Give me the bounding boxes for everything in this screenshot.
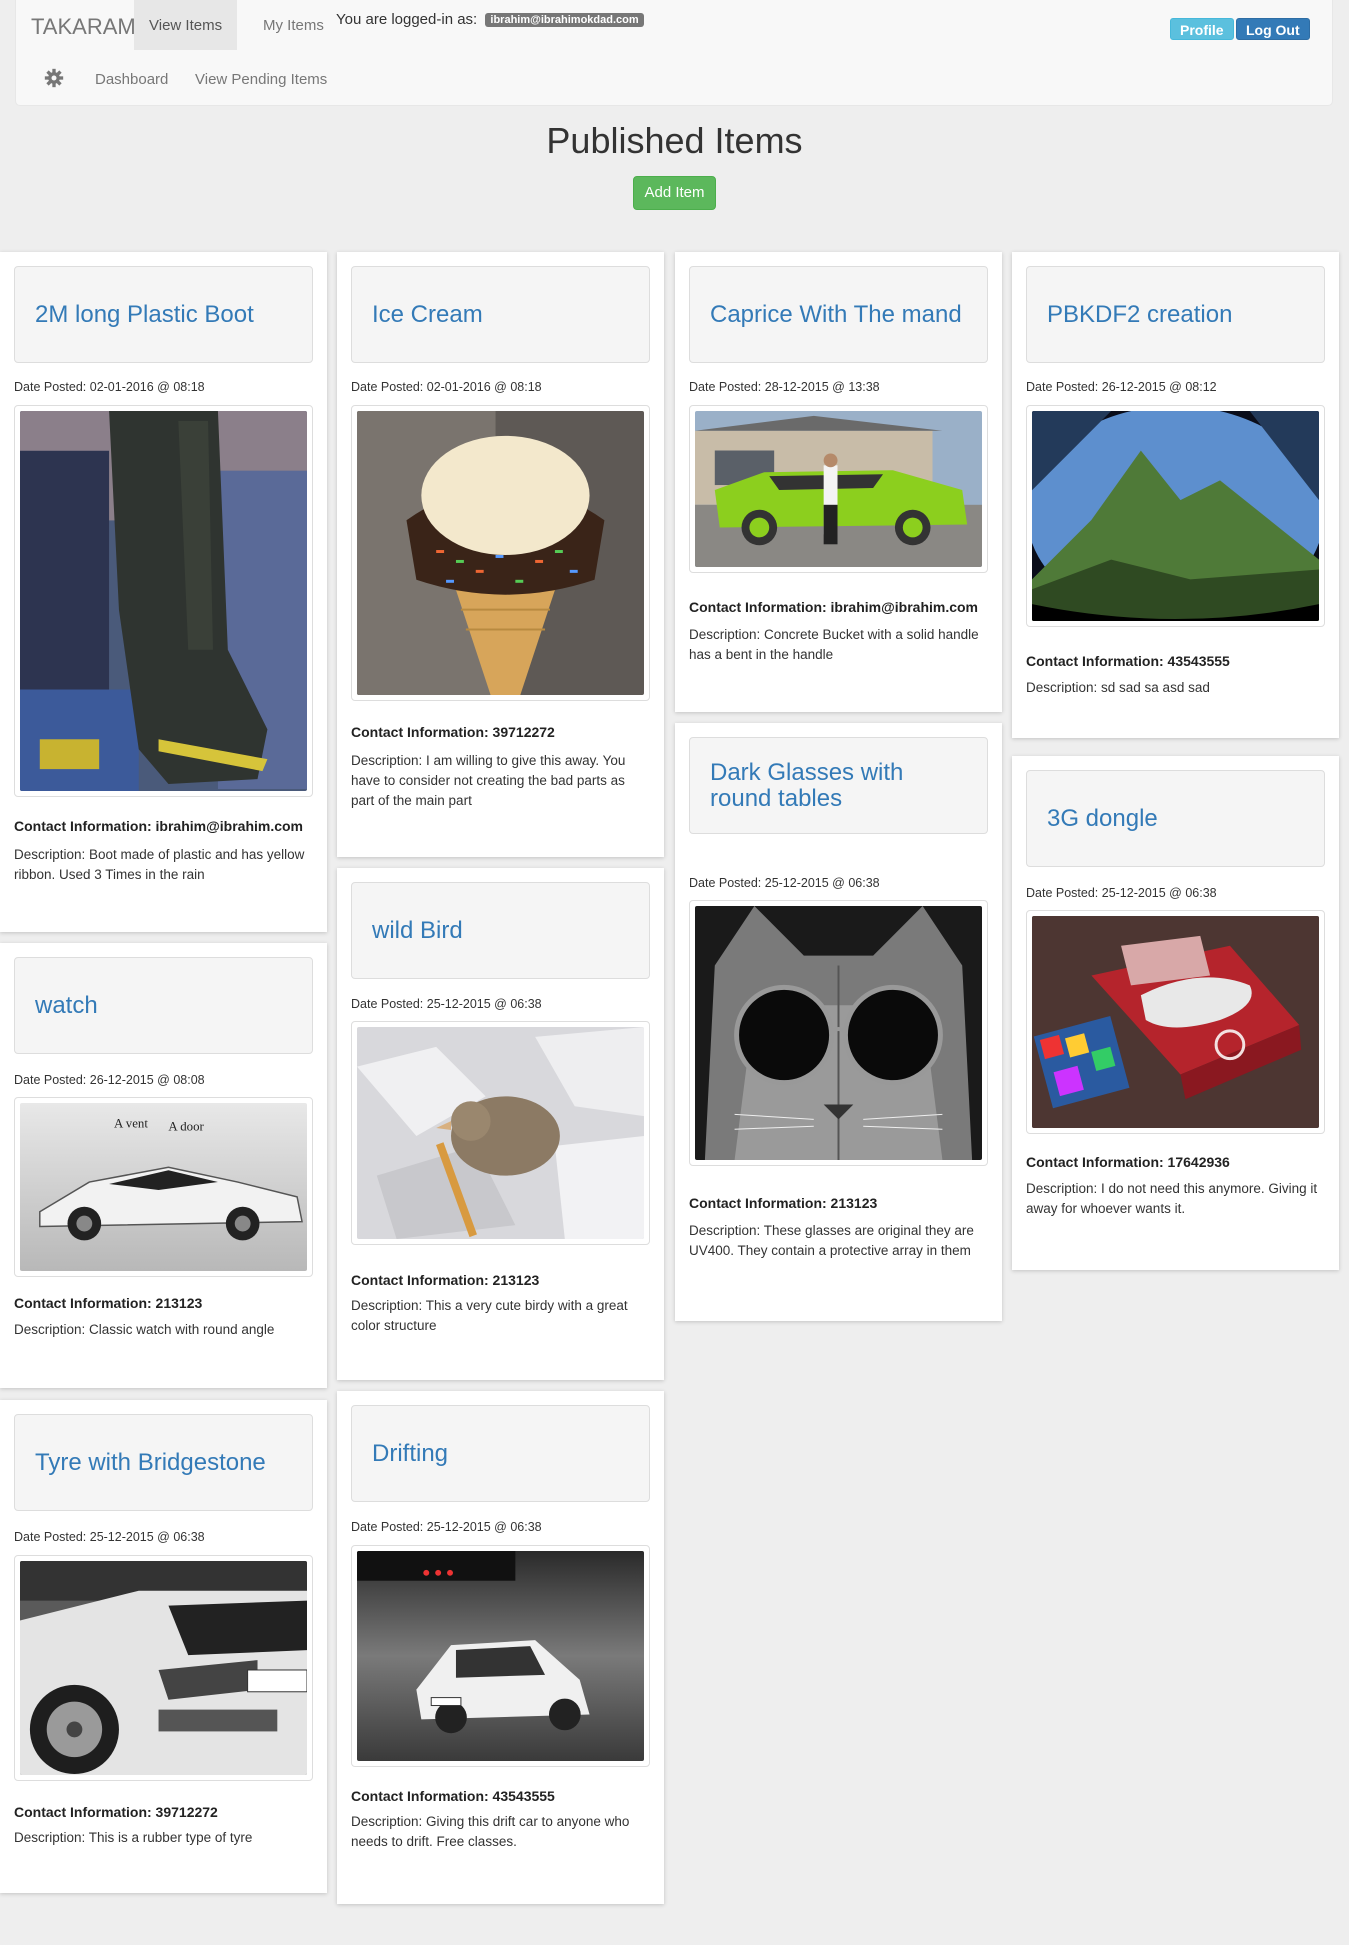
item-card: Caprice With The mand Date Posted: 28-12… <box>675 252 1002 712</box>
item-image[interactable] <box>351 1545 650 1767</box>
item-title[interactable]: 2M long Plastic Boot <box>35 301 254 328</box>
navbar: TAKARAM View Items My Items You are logg… <box>15 0 1333 106</box>
item-date: Date Posted: 02-01-2016 @ 08:18 <box>14 380 205 394</box>
item-contact: Contact Information: 17642936 <box>1026 1154 1230 1170</box>
item-description: Description: These glasses are original … <box>689 1223 974 1258</box>
item-title-panel: Dark Glasses with round tables <box>689 737 988 834</box>
item-description: Description: I am willing to give this a… <box>351 753 626 808</box>
logout-button[interactable]: Log Out <box>1236 18 1310 40</box>
tab-view-items[interactable]: View Items <box>134 0 238 50</box>
item-image[interactable] <box>689 900 988 1166</box>
item-title-panel: Caprice With The mand <box>689 266 988 363</box>
item-title[interactable]: 3G dongle <box>1047 805 1158 832</box>
item-description: Description: Giving this drift car to an… <box>351 1814 630 1849</box>
profile-button[interactable]: Profile <box>1170 18 1234 40</box>
item-title[interactable]: wild Bird <box>372 917 463 944</box>
item-title-panel: Ice Cream <box>351 266 650 363</box>
item-title-panel: 3G dongle <box>1026 770 1325 867</box>
dongle-photo <box>1032 916 1319 1128</box>
logged-in-label: You are logged-in as: <box>336 11 478 28</box>
item-image[interactable]: A vent A door <box>14 1097 313 1277</box>
item-description: Description: I do not need this anymore.… <box>1026 1181 1318 1216</box>
item-contact: Contact Information: 43543555 <box>1026 653 1230 669</box>
item-title-panel: wild Bird <box>351 882 650 979</box>
item-contact: Contact Information: ibrahim@ibrahim.com <box>689 599 979 615</box>
svg-text:A vent: A vent <box>114 1117 148 1131</box>
item-description: Description: Classic watch with round an… <box>14 1322 275 1337</box>
item-image[interactable] <box>1026 405 1325 627</box>
item-card: Tyre with Bridgestone Date Posted: 25-12… <box>0 1400 327 1893</box>
item-contact: Contact Information: 213123 <box>14 1295 203 1311</box>
user-email-badge: ibrahim@ibrahimokdad.com <box>485 13 644 27</box>
item-image[interactable] <box>14 1555 313 1781</box>
boot-photo <box>20 411 307 791</box>
item-card: 3G dongle Date Posted: 25-12-2015 @ 06:3… <box>1012 756 1339 1270</box>
item-contact: Contact Information: ibrahim@ibrahim.com <box>14 818 304 834</box>
green-car-photo <box>695 411 982 567</box>
item-card: 2M long Plastic Boot Date Posted: 02-01-… <box>0 252 327 932</box>
item-description: Description: This is a rubber type of ty… <box>14 1830 253 1845</box>
white-car-photo <box>20 1561 307 1775</box>
mountain-photo <box>1032 411 1319 621</box>
item-description: Description: Boot made of plastic and ha… <box>14 847 305 882</box>
item-card: Drifting Date Posted: 25-12-2015 @ 06:38… <box>337 1391 664 1904</box>
item-card: PBKDF2 creation Date Posted: 26-12-2015 … <box>1012 252 1339 738</box>
view-pending-items-link[interactable]: View Pending Items <box>195 71 327 88</box>
item-date: Date Posted: 26-12-2015 @ 08:08 <box>14 1073 205 1087</box>
item-image[interactable] <box>1026 910 1325 1134</box>
item-title[interactable]: PBKDF2 creation <box>1047 301 1232 328</box>
drift-car-photo <box>357 1551 644 1761</box>
item-title[interactable]: Tyre with Bridgestone <box>35 1449 266 1476</box>
item-title[interactable]: watch <box>35 992 98 1019</box>
item-card: Dark Glasses with round tables Date Post… <box>675 723 1002 1321</box>
item-image[interactable] <box>351 1021 650 1245</box>
gear-icon[interactable] <box>44 68 64 88</box>
item-image[interactable] <box>689 405 988 573</box>
item-contact: Contact Information: 213123 <box>351 1272 540 1288</box>
svg-text:A door: A door <box>168 1120 204 1134</box>
item-title[interactable]: Ice Cream <box>372 301 483 328</box>
item-contact: Contact Information: 213123 <box>689 1195 878 1211</box>
item-date: Date Posted: 25-12-2015 @ 06:38 <box>14 1530 205 1544</box>
item-description: Description: sd sad sa asd sad <box>1026 680 1210 693</box>
item-title-panel: Drifting <box>351 1405 650 1502</box>
item-date: Date Posted: 02-01-2016 @ 08:18 <box>351 380 542 394</box>
item-date: Date Posted: 28-12-2015 @ 13:38 <box>689 380 880 394</box>
item-title[interactable]: Dark Glasses with round tables <box>710 759 967 812</box>
item-image[interactable] <box>351 405 650 701</box>
item-date: Date Posted: 26-12-2015 @ 08:12 <box>1026 380 1217 394</box>
item-contact: Contact Information: 43543555 <box>351 1788 555 1804</box>
bird-photo <box>357 1027 644 1239</box>
item-description: Description: Concrete Bucket with a soli… <box>689 627 979 662</box>
item-title-panel: watch <box>14 957 313 1054</box>
item-title[interactable]: Caprice With The mand <box>710 301 962 328</box>
item-date: Date Posted: 25-12-2015 @ 06:38 <box>689 876 880 890</box>
brand[interactable]: TAKARAM <box>31 14 136 40</box>
cat-glasses-photo <box>695 906 982 1160</box>
ice-cream-photo <box>357 411 644 695</box>
item-card: wild Bird Date Posted: 25-12-2015 @ 06:3… <box>337 868 664 1380</box>
item-description: Description: This a very cute birdy with… <box>351 1298 628 1333</box>
item-date: Date Posted: 25-12-2015 @ 06:38 <box>351 997 542 1011</box>
item-date: Date Posted: 25-12-2015 @ 06:38 <box>351 1520 542 1534</box>
item-card: Ice Cream Date Posted: 02-01-2016 @ 08:1… <box>337 252 664 857</box>
add-item-button[interactable]: Add Item <box>633 176 716 210</box>
page-title: Published Items <box>546 120 803 161</box>
item-title-panel: Tyre with Bridgestone <box>14 1414 313 1511</box>
tab-my-items[interactable]: My Items <box>248 0 339 50</box>
item-title-panel: 2M long Plastic Boot <box>14 266 313 363</box>
item-contact: Contact Information: 39712272 <box>351 724 555 740</box>
item-card: watch Date Posted: 26-12-2015 @ 08:08 A … <box>0 943 327 1388</box>
item-contact: Contact Information: 39712272 <box>14 1804 218 1820</box>
item-image[interactable] <box>14 405 313 797</box>
item-title-panel: PBKDF2 creation <box>1026 266 1325 363</box>
item-title[interactable]: Drifting <box>372 1440 448 1467</box>
dashboard-link[interactable]: Dashboard <box>95 71 168 88</box>
item-date: Date Posted: 25-12-2015 @ 06:38 <box>1026 886 1217 900</box>
sports-car-photo: A vent A door <box>20 1103 307 1271</box>
logged-in-status: You are logged-in as: ibrahim@ibrahimokd… <box>336 11 644 28</box>
